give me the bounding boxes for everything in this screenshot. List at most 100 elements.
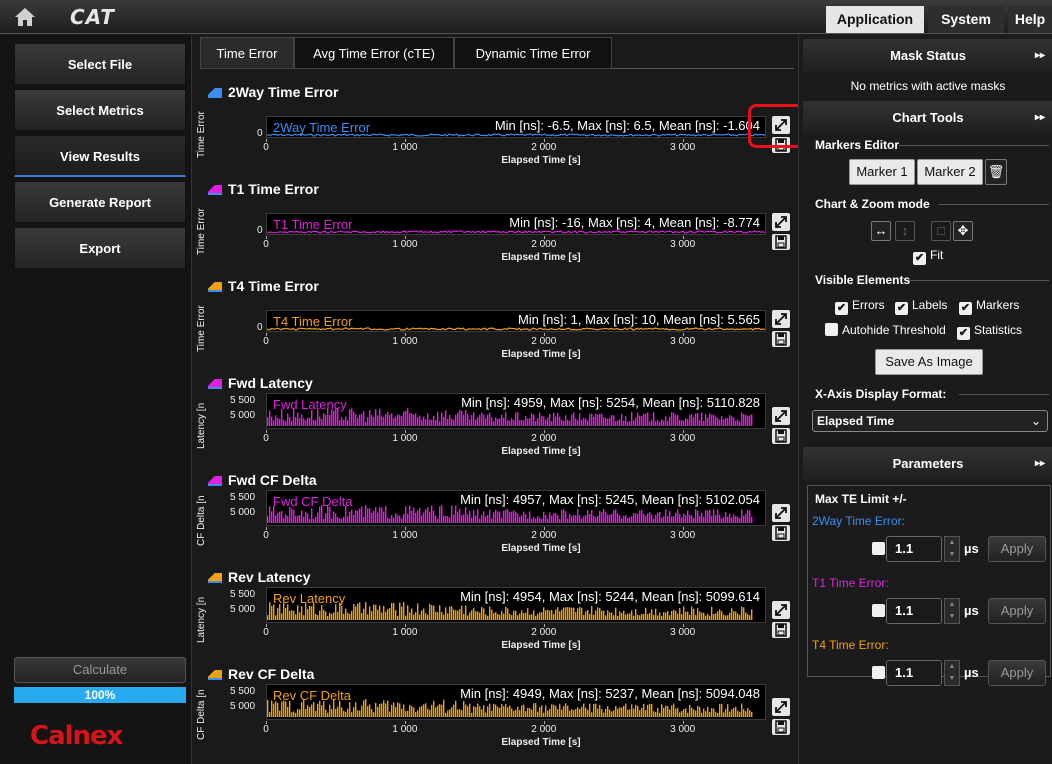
collapse-icon[interactable]: ▸▸ bbox=[1035, 101, 1045, 135]
trace-bar bbox=[415, 512, 417, 523]
apply-button[interactable]: Apply bbox=[988, 598, 1046, 624]
trace-bar bbox=[723, 517, 725, 523]
trace-bar bbox=[329, 612, 331, 620]
labels-checkbox[interactable]: ✔ Labels bbox=[895, 298, 947, 315]
select-metrics-button[interactable]: Select Metrics bbox=[14, 89, 186, 131]
trace-bar bbox=[621, 518, 623, 523]
trash-icon[interactable]: 🗑 bbox=[985, 159, 1007, 185]
zoom-vertical-icon[interactable]: ↕ bbox=[895, 221, 915, 241]
trace-bar bbox=[671, 705, 673, 717]
trace-bar bbox=[481, 607, 483, 620]
trace-bar bbox=[613, 615, 615, 620]
plot-area[interactable]: T4 Time Error Min [ns]: 1, Max [ns]: 10, … bbox=[266, 310, 766, 332]
trace-bar bbox=[467, 514, 469, 523]
trace-bar bbox=[399, 703, 401, 717]
save-icon[interactable] bbox=[772, 525, 790, 541]
save-icon[interactable] bbox=[772, 719, 790, 735]
trace-bar bbox=[589, 703, 591, 717]
calculate-button[interactable]: Calculate bbox=[14, 657, 186, 683]
save-icon[interactable] bbox=[772, 234, 790, 250]
trace-bar bbox=[585, 418, 587, 426]
plot-area[interactable]: Rev Latency Min [ns]: 4954, Max [ns]: 524… bbox=[266, 587, 766, 623]
expand-icon[interactable] bbox=[772, 213, 790, 231]
param-enable-checkbox[interactable] bbox=[872, 666, 885, 679]
spinner-arrows-icon[interactable]: ▲ ▼ bbox=[944, 660, 960, 686]
apply-button[interactable]: Apply bbox=[988, 536, 1046, 562]
expand-icon[interactable] bbox=[772, 698, 790, 716]
home-icon[interactable] bbox=[14, 6, 36, 28]
trace-bar bbox=[491, 710, 493, 717]
trace-bar bbox=[439, 704, 441, 717]
trace-bar bbox=[647, 513, 649, 523]
param-enable-checkbox[interactable] bbox=[872, 604, 885, 617]
errors-checkbox[interactable]: ✔ Errors bbox=[835, 298, 885, 315]
spinner-arrows-icon[interactable]: ▲ ▼ bbox=[944, 598, 960, 624]
zoom-box-icon[interactable]: □ bbox=[931, 221, 951, 241]
fit-checkbox[interactable]: ✔ Fit bbox=[913, 248, 943, 265]
trace-bar bbox=[565, 607, 567, 620]
param-enable-checkbox[interactable] bbox=[872, 542, 885, 555]
x-tick-label: 3 000 bbox=[670, 627, 696, 638]
trace-bar bbox=[397, 615, 399, 620]
save-icon[interactable] bbox=[772, 622, 790, 638]
trace-bar bbox=[433, 510, 435, 523]
marker-2-button[interactable]: Marker 2 bbox=[917, 159, 983, 185]
max-te-input[interactable]: 1.1 bbox=[886, 536, 942, 562]
collapse-icon[interactable]: ▸▸ bbox=[1035, 447, 1045, 481]
tab-time-error[interactable]: Time Error bbox=[200, 37, 294, 69]
parameters-header[interactable]: Parameters ▸▸ bbox=[803, 447, 1052, 481]
export-button[interactable]: Export bbox=[14, 227, 186, 269]
trace-bar bbox=[631, 516, 633, 523]
menu-application[interactable]: Application bbox=[826, 6, 924, 33]
generate-report-button[interactable]: Generate Report bbox=[14, 181, 186, 223]
x-tick-label: 3 000 bbox=[670, 433, 696, 444]
mask-status-header[interactable]: Mask Status ▸▸ bbox=[803, 39, 1052, 73]
trace-bar bbox=[591, 712, 593, 717]
expand-icon[interactable] bbox=[772, 310, 790, 328]
max-te-input[interactable]: 1.1 bbox=[886, 598, 942, 624]
trace-bar bbox=[373, 712, 375, 717]
trace-bar bbox=[585, 707, 587, 717]
markers-checkbox[interactable]: ✔ Markers bbox=[959, 298, 1019, 315]
xaxis-format-select[interactable]: Elapsed Time ⌄ bbox=[812, 410, 1048, 432]
statistics-checkbox[interactable]: ✔ Statistics bbox=[957, 323, 1022, 340]
tab-dynamic-time-error[interactable]: Dynamic Time Error bbox=[454, 37, 612, 69]
plot-area[interactable]: Fwd CF Delta Min [ns]: 4957, Max [ns]: 52… bbox=[266, 490, 766, 526]
collapse-icon[interactable]: ▸▸ bbox=[1035, 39, 1045, 73]
plot-area[interactable]: T1 Time Error Min [ns]: -16, Max [ns]: 4,… bbox=[266, 213, 766, 235]
marker-1-button[interactable]: Marker 1 bbox=[849, 159, 915, 185]
max-te-input[interactable]: 1.1 bbox=[886, 660, 942, 686]
trace-bar bbox=[391, 413, 393, 426]
menu-system[interactable]: System bbox=[928, 6, 1004, 33]
pan-icon[interactable]: ✥ bbox=[953, 221, 973, 241]
menu-help[interactable]: Help bbox=[1008, 6, 1052, 33]
view-results-button[interactable]: View Results bbox=[14, 135, 186, 177]
trace-bar bbox=[709, 509, 711, 523]
expand-icon[interactable] bbox=[772, 407, 790, 425]
select-file-button[interactable]: Select File bbox=[14, 43, 186, 85]
expand-icon[interactable] bbox=[772, 504, 790, 522]
trace-bar bbox=[363, 608, 365, 620]
spinner-arrows-icon[interactable]: ▲ ▼ bbox=[944, 536, 960, 562]
expand-icon[interactable] bbox=[772, 601, 790, 619]
trace-bar bbox=[333, 612, 335, 620]
apply-button[interactable]: Apply bbox=[988, 660, 1046, 686]
checkbox-checked-icon: ✔ bbox=[913, 252, 926, 265]
tab-avg-time-error[interactable]: Avg Time Error (cTE) bbox=[294, 37, 454, 69]
autohide-checkbox[interactable]: Autohide Threshold bbox=[825, 323, 946, 337]
trace-bar bbox=[613, 415, 615, 426]
save-icon[interactable] bbox=[772, 428, 790, 444]
plot-area[interactable]: Fwd Latency Min [ns]: 4959, Max [ns]: 525… bbox=[266, 393, 766, 429]
chart-tools-header[interactable]: Chart Tools ▸▸ bbox=[803, 101, 1052, 135]
save-as-image-button[interactable]: Save As Image bbox=[875, 349, 983, 375]
trace-bar bbox=[285, 701, 287, 717]
plot-area[interactable]: Rev CF Delta Min [ns]: 4949, Max [ns]: 52… bbox=[266, 684, 766, 720]
zoom-horizontal-icon[interactable]: ↔ bbox=[871, 221, 891, 241]
save-icon[interactable] bbox=[772, 331, 790, 347]
trace-bar bbox=[707, 613, 709, 620]
trace-bar bbox=[531, 709, 533, 717]
trace-bar bbox=[629, 421, 631, 426]
trace-bar bbox=[279, 710, 281, 717]
trace-bar bbox=[421, 705, 423, 717]
plot-area[interactable]: 2Way Time Error Min [ns]: -6.5, Max [ns]:… bbox=[266, 116, 766, 138]
